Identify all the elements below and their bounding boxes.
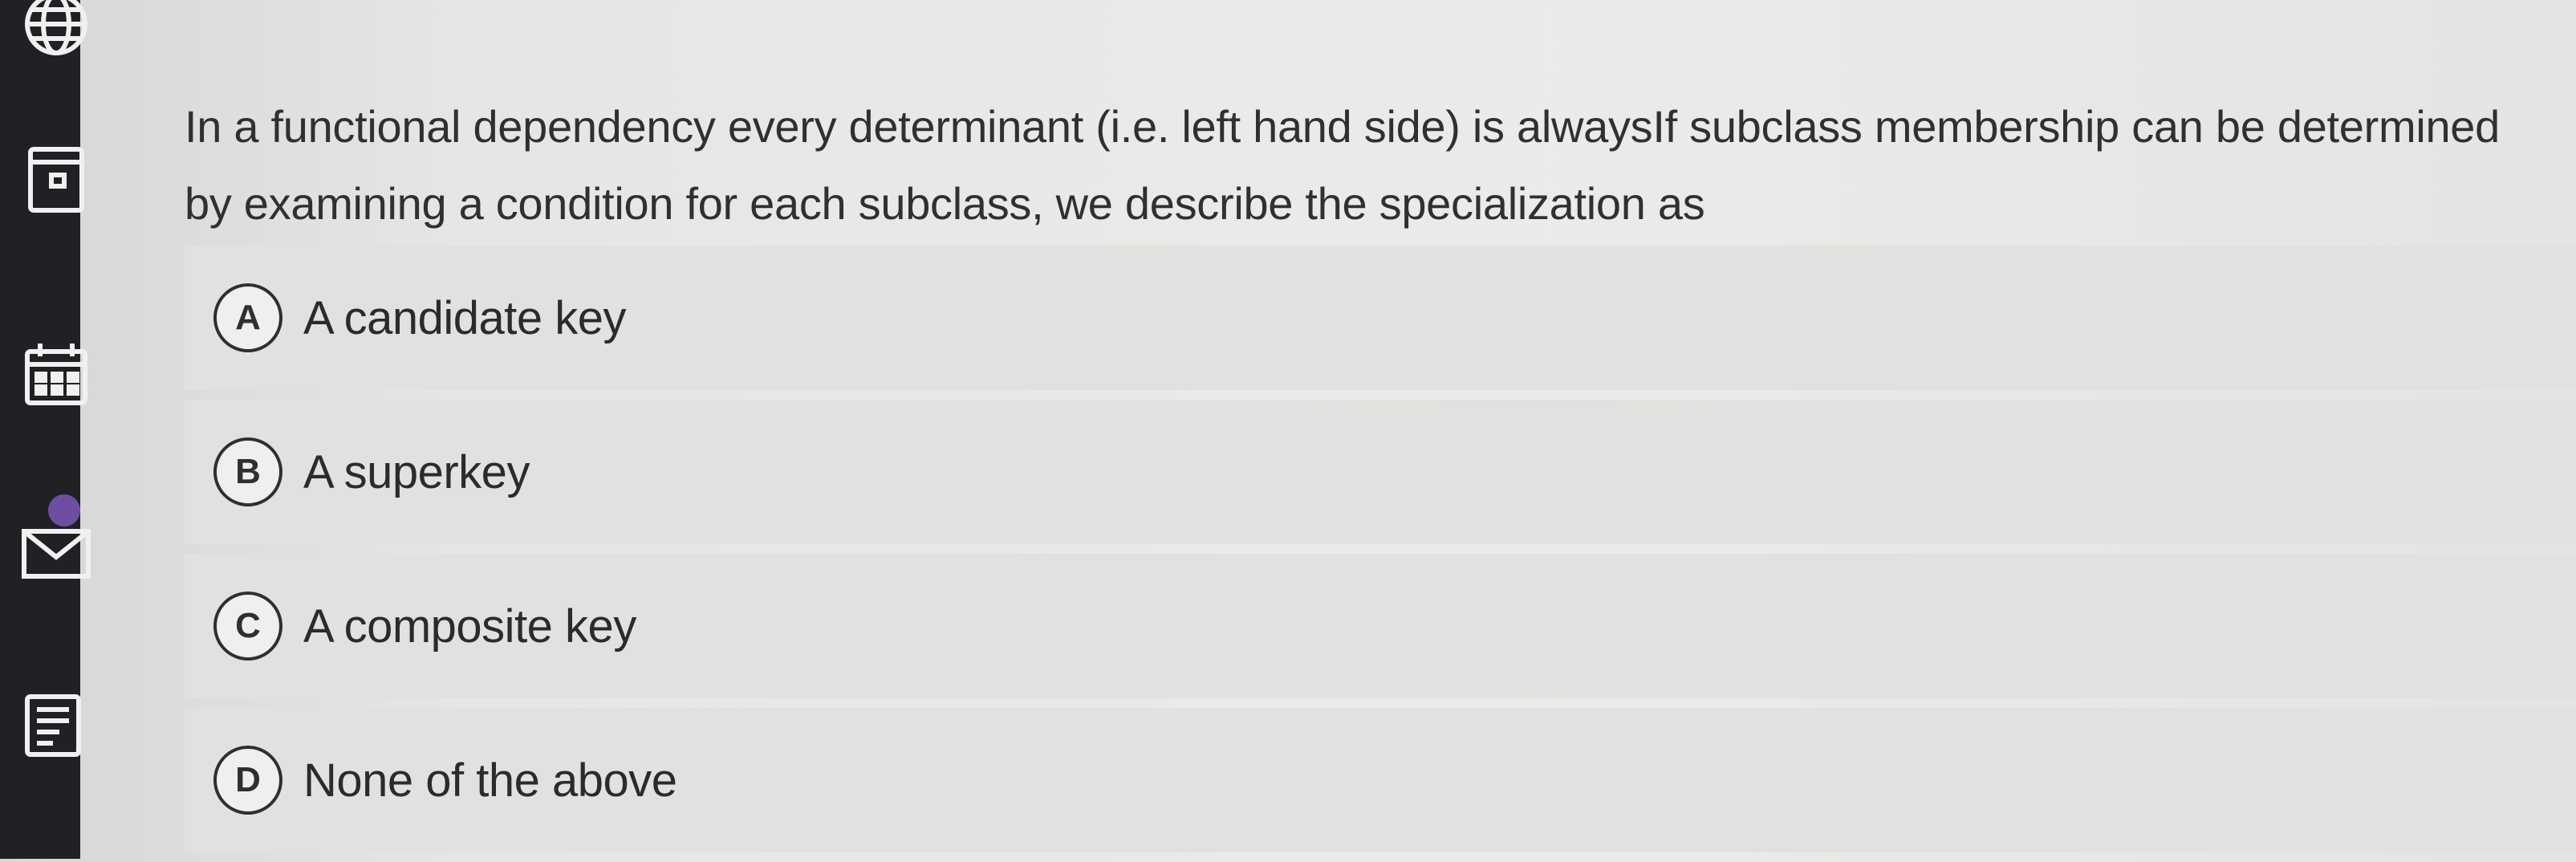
question-text: In a functional dependency every determi… [185, 101, 2500, 229]
option-c[interactable]: C A composite key [185, 554, 2576, 698]
option-text-d: None of the above [303, 754, 677, 807]
option-letter-c: C [213, 592, 282, 661]
left-sidebar [0, 0, 91, 859]
option-d[interactable]: D None of the above [185, 708, 2576, 852]
option-a[interactable]: A A candidate key [185, 246, 2576, 390]
option-text-a: A candidate key [303, 291, 627, 344]
option-b[interactable]: B A superkey [185, 400, 2576, 544]
question-panel: In a functional dependency every determi… [80, 0, 2576, 859]
option-text-b: A superkey [303, 445, 530, 498]
notification-badge [48, 494, 80, 527]
answer-options: A A candidate key B A superkey C A compo… [185, 246, 2576, 862]
option-letter-a: A [213, 283, 282, 352]
option-letter-b: B [213, 437, 282, 506]
option-text-c: A composite key [303, 600, 636, 653]
option-letter-d: D [213, 746, 282, 815]
